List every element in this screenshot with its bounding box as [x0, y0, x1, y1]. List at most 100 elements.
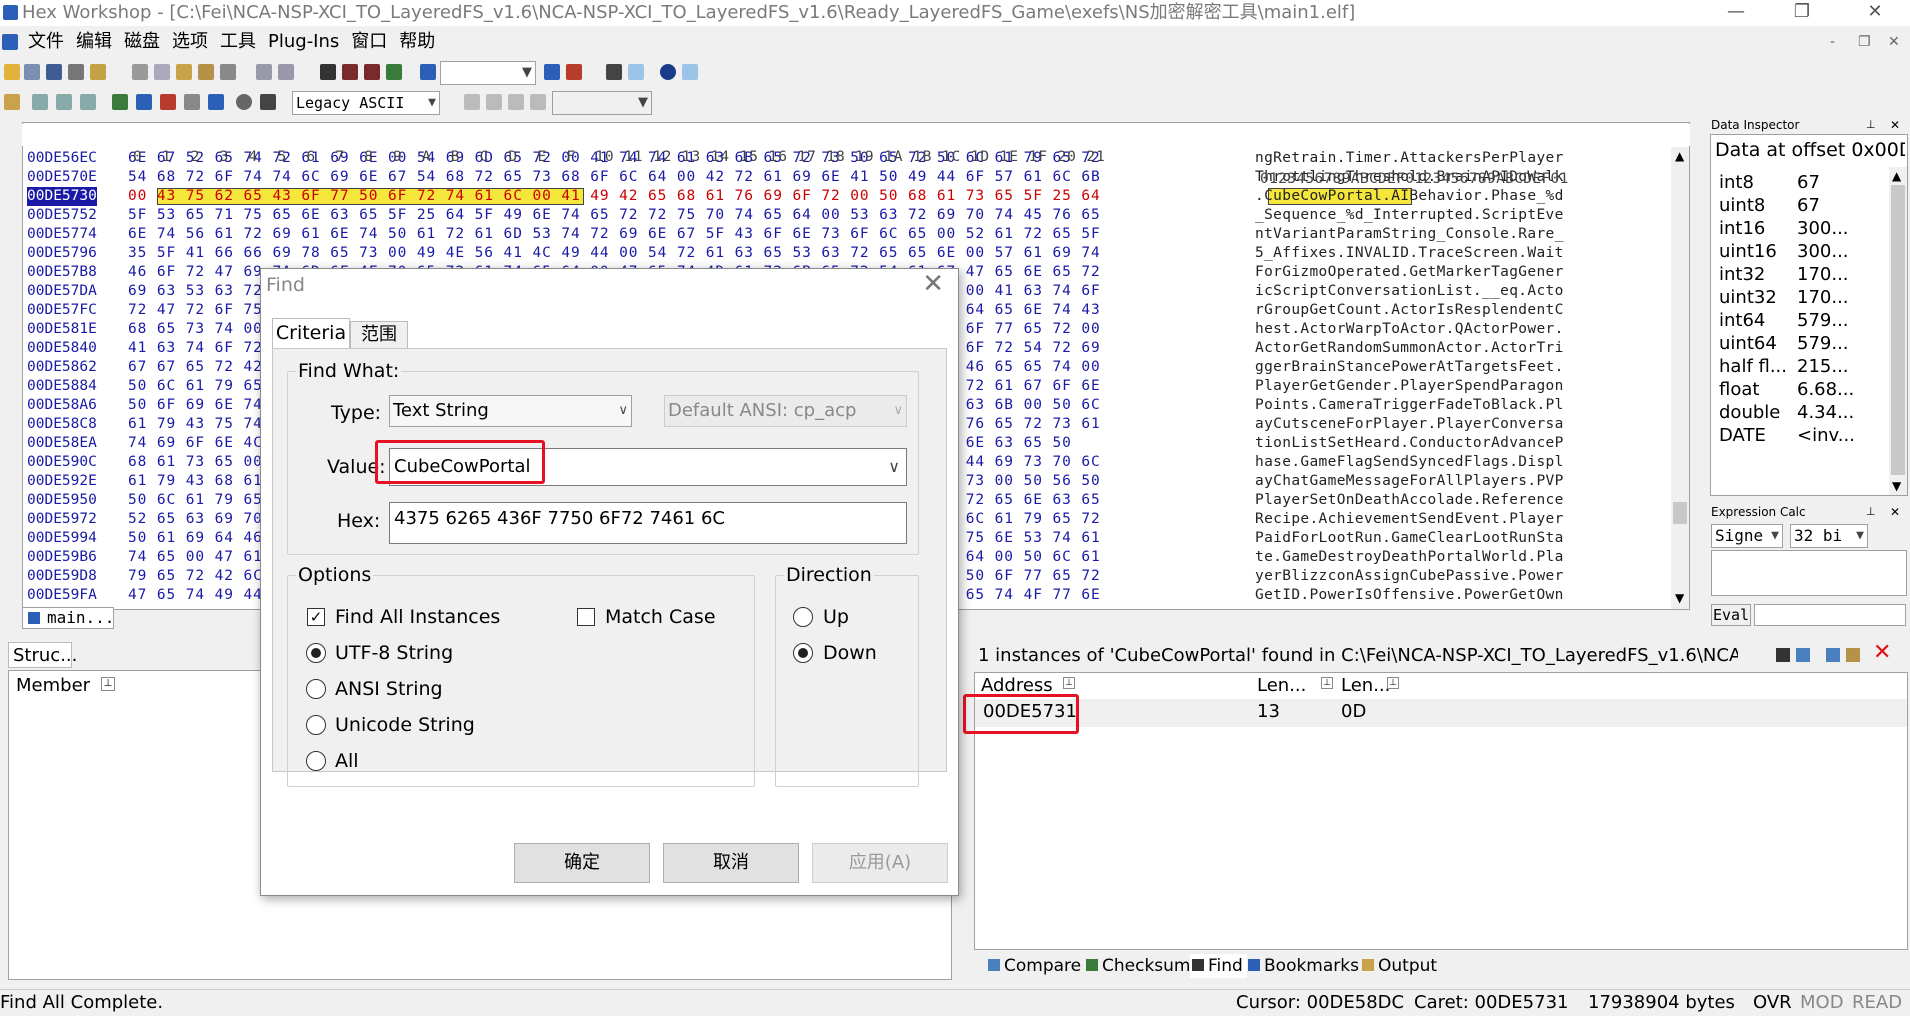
base-convert-icon[interactable] [606, 64, 622, 80]
ok-button[interactable]: 确定 [514, 843, 650, 883]
binoculars-icon[interactable] [1776, 648, 1790, 662]
restore-button[interactable]: ❐ [1772, 0, 1832, 26]
expression-input[interactable] [1711, 550, 1907, 596]
chevron-down-icon[interactable]: ∨ [888, 449, 900, 485]
type-select[interactable]: Text String ∨ [389, 395, 632, 427]
mdi-close-button[interactable]: ✕ [1888, 28, 1900, 56]
find-prev-icon[interactable] [364, 64, 380, 80]
scroll-down-icon[interactable]: ▼ [1675, 591, 1684, 605]
row-ascii[interactable]: ggerBrainStancePowerAtTargetsFeet. [1255, 358, 1564, 377]
checksum-icon[interactable] [112, 94, 128, 110]
menu-tools[interactable]: 工具 [214, 28, 262, 56]
tab-criteria[interactable]: Criteria [272, 318, 350, 348]
row-hex-bytes[interactable]: 6E 74 56 61 72 69 61 6E 74 50 61 72 61 6… [128, 225, 1101, 244]
delete-icon[interactable] [220, 64, 236, 80]
row-ascii[interactable]: rGroupGetCount.ActorIsResplendentC [1255, 301, 1564, 320]
menu-plugins[interactable]: Plug-Ins [262, 28, 345, 56]
offset-combo[interactable]: ▼ [440, 61, 536, 85]
clear-results-icon[interactable]: ✕ [1873, 640, 1891, 665]
paste-icon[interactable] [176, 64, 192, 80]
properties-icon[interactable] [90, 64, 106, 80]
mdi-minimize-button[interactable]: - [1830, 28, 1835, 56]
hex-row[interactable]: 00DE5774 6E 74 56 61 72 69 61 6E 74 50 61… [23, 225, 1669, 244]
close-window-button[interactable]: ✕ [1845, 0, 1905, 26]
close-icon[interactable]: ✕ [1890, 118, 1900, 132]
tab-scope[interactable]: 范围 [350, 321, 408, 348]
paste-special-icon[interactable] [198, 64, 214, 80]
pin-icon[interactable]: ⊥ [1866, 505, 1876, 518]
find-all-checkbox[interactable]: ✓ [307, 608, 325, 626]
goto-icon[interactable] [420, 64, 436, 80]
save-icon[interactable] [46, 64, 62, 80]
row-ascii[interactable]: ntVariantParamString_Console.Rare_ [1255, 225, 1564, 244]
row-ascii[interactable]: Points.CameraTriggerFadeToBlack.Pl [1255, 396, 1564, 415]
row-ascii[interactable]: Recipe.AchievementSendEvent.Player [1255, 510, 1564, 529]
unicode-radio[interactable] [306, 715, 326, 735]
hex-input[interactable]: 4375 6265 436F 7750 6F72 7461 6C [389, 502, 907, 544]
hex-row[interactable]: 00DE5796 35 5F 41 66 66 69 78 65 73 00 49… [23, 244, 1669, 263]
eval-button[interactable]: Eval [1711, 604, 1751, 626]
results-list[interactable]: Address ⊥ Len... ⊥ Len... ⊥ 00DE5731 13 … [974, 672, 1908, 950]
base-convert2-icon[interactable] [628, 64, 644, 80]
export-icon[interactable] [1796, 648, 1810, 662]
row-ascii[interactable]: PlayerGetGender.PlayerSpendParagon [1255, 377, 1564, 396]
compare-icon[interactable] [32, 94, 48, 110]
menu-file[interactable]: 文件 [22, 28, 70, 56]
row-ascii[interactable]: 5_Affixes.INVALID.TraceScreen.Wait [1255, 244, 1564, 263]
address-column-header[interactable]: Address [981, 675, 1053, 696]
prev-page-icon[interactable] [486, 94, 502, 110]
down-radio[interactable] [793, 643, 813, 663]
copy-icon[interactable] [154, 64, 170, 80]
row-ascii[interactable]: ActorGetRandomSummonActor.ActorTri [1255, 339, 1564, 358]
chart-icon[interactable] [208, 94, 224, 110]
intel-icon[interactable] [682, 64, 698, 80]
new-file-icon[interactable] [4, 64, 20, 80]
sort-icon[interactable] [184, 94, 200, 110]
open-file-icon[interactable] [24, 64, 40, 80]
bookmark-next-icon[interactable] [566, 64, 582, 80]
sign-combo[interactable]: Signe ▼ [1711, 524, 1783, 548]
scroll-down-icon[interactable]: ▼ [1892, 479, 1901, 493]
up-radio[interactable] [793, 607, 813, 627]
tab-bookmarks[interactable]: Bookmarks [1248, 954, 1359, 978]
row-ascii[interactable]: icScriptConversationList.__eq.Acto [1255, 282, 1564, 301]
row-ascii[interactable]: te.GameDestroyDeathPortalWorld.Pla [1255, 548, 1564, 567]
row-ascii[interactable]: tionListSetHeard.ConductorAdvanceP [1255, 434, 1564, 453]
dialog-close-icon[interactable]: ✕ [922, 269, 944, 299]
document-tab[interactable]: main... [22, 607, 114, 629]
structure-icon[interactable] [136, 94, 152, 110]
scroll-up-icon[interactable]: ▲ [1892, 169, 1901, 183]
row-hex-bytes[interactable]: 00 43 75 62 65 43 6F 77 50 6F 72 74 61 6… [128, 187, 1101, 206]
menu-window[interactable]: 窗口 [345, 28, 393, 56]
scroll-up-icon[interactable]: ▲ [1675, 149, 1684, 163]
edit-icon[interactable] [4, 94, 20, 110]
row-ascii[interactable]: ngRetrain.Timer.AttackersPerPlayer [1255, 149, 1564, 168]
replace-icon[interactable] [386, 64, 402, 80]
bits-combo[interactable]: 32 bi ▼ [1790, 524, 1868, 548]
find-next-icon[interactable] [342, 64, 358, 80]
member-header[interactable]: Member [16, 675, 90, 696]
compare3-icon[interactable] [80, 94, 96, 110]
row-ascii[interactable]: ForGizmoOperated.GetMarkerTagGener [1255, 263, 1564, 282]
length-dec-column-header[interactable]: Len... [1257, 675, 1306, 696]
tab-find[interactable]: Find [1190, 954, 1247, 978]
all-radio[interactable] [306, 751, 326, 771]
hex-scrollbar[interactable]: ▲ ▼ [1671, 147, 1689, 609]
row-ascii[interactable]: PaidForLootRun.GameClearLootRunSta [1255, 529, 1564, 548]
first-page-icon[interactable] [464, 94, 480, 110]
row-ascii[interactable]: _Sequence_%d_Interrupted.ScriptEve [1255, 206, 1564, 225]
row-ascii[interactable]: yerBlizzconAssignCubePassive.Power [1255, 567, 1564, 586]
menu-edit[interactable]: 编辑 [70, 28, 118, 56]
compare2-icon[interactable] [56, 94, 72, 110]
paste-results-icon[interactable] [1846, 648, 1860, 662]
row-hex-bytes[interactable]: 54 68 72 6F 74 74 6C 69 6E 67 54 68 72 6… [128, 168, 1101, 187]
structure-tab[interactable]: Struc... [8, 642, 77, 668]
row-hex-bytes[interactable]: 5F 53 65 71 75 65 6E 63 65 5F 25 64 5F 4… [128, 206, 1101, 225]
mdi-restore-button[interactable]: ❐ [1858, 28, 1871, 56]
menu-options[interactable]: 选项 [166, 28, 214, 56]
scroll-thumb[interactable] [1891, 185, 1905, 475]
hex-row[interactable]: 00DE5752 5F 53 65 71 75 65 6E 63 65 5F 25… [23, 206, 1669, 225]
row-ascii[interactable]: hase.GameFlagSendSyncedFlags.Displ [1255, 453, 1564, 472]
menu-disk[interactable]: 磁盘 [118, 28, 166, 56]
encoding-combo[interactable]: Legacy ASCII ▼ [292, 91, 440, 115]
